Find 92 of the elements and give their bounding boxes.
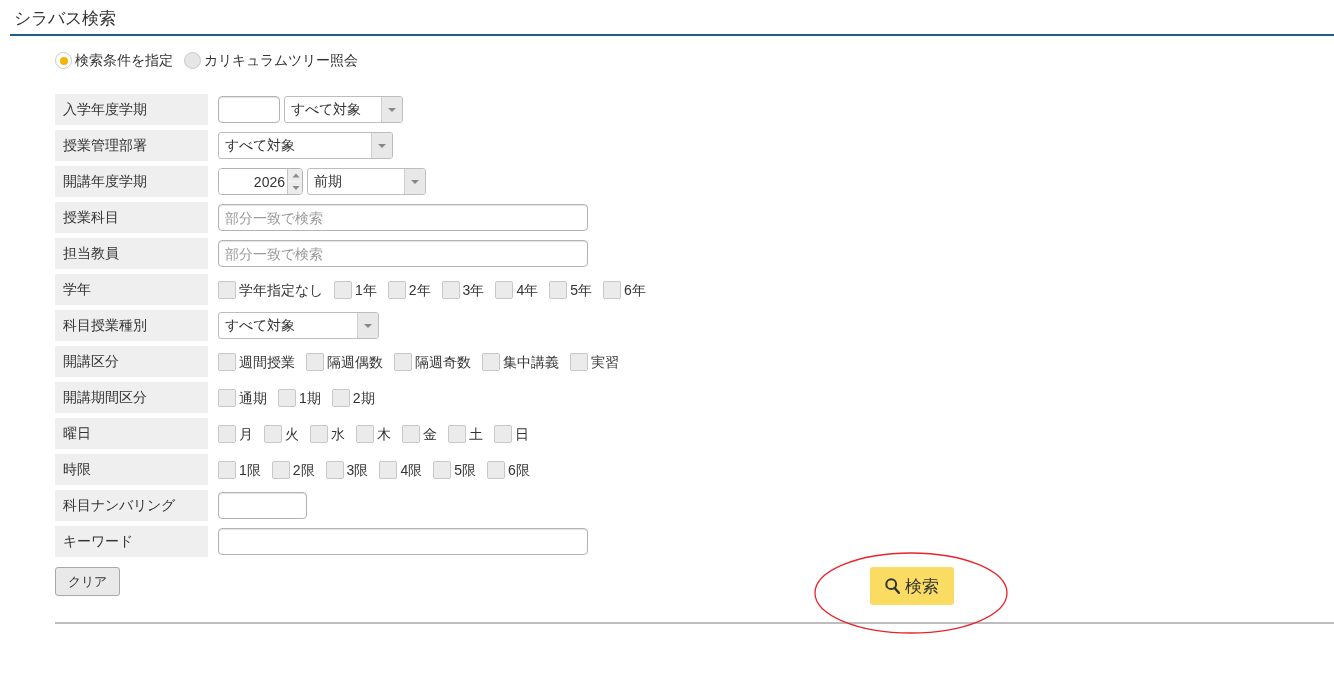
search-button[interactable]: 検索: [870, 567, 954, 605]
checkbox[interactable]: [387, 280, 406, 299]
checkbox[interactable]: [331, 388, 350, 407]
checkbox-label[interactable]: 5限: [454, 460, 476, 479]
input-field[interactable]: [218, 96, 280, 123]
checkbox[interactable]: [441, 280, 460, 299]
field-label: 科目ナンバリング: [55, 490, 208, 521]
checkbox-label[interactable]: 隔週奇数: [415, 352, 471, 371]
checkbox-label[interactable]: 5年: [570, 280, 592, 299]
checkbox-label[interactable]: 2期: [352, 388, 375, 407]
checkbox-label[interactable]: 集中講義: [503, 352, 559, 371]
input-field[interactable]: 部分一致で検索: [218, 240, 588, 267]
dropdown[interactable]: すべて対象: [218, 132, 393, 159]
caret-icon: [388, 107, 396, 112]
checkbox-label[interactable]: 6年: [624, 280, 646, 299]
checkbox-label[interactable]: 2年: [408, 280, 431, 299]
caret-icon: [378, 143, 386, 148]
checkbox-label[interactable]: 4限: [400, 460, 423, 479]
field-label: 科目授業種別: [55, 310, 208, 341]
checkbox-label[interactable]: 火: [285, 424, 299, 443]
checkbox-label[interactable]: 月: [239, 424, 253, 443]
field-label: キーワード: [55, 526, 208, 557]
radio-button[interactable]: [55, 52, 72, 69]
dropdown[interactable]: すべて対象: [284, 96, 403, 123]
dropdown[interactable]: すべて対象: [218, 312, 379, 339]
checkbox[interactable]: [271, 460, 290, 479]
input-field[interactable]: [218, 492, 307, 519]
input-field[interactable]: 部分一致で検索: [218, 204, 588, 231]
checkbox[interactable]: [334, 280, 352, 299]
checkbox[interactable]: [356, 424, 374, 443]
checkbox[interactable]: [448, 424, 466, 443]
checkbox[interactable]: [264, 424, 282, 443]
field-label: 時限: [55, 454, 208, 485]
checkbox[interactable]: [549, 280, 568, 299]
checkbox[interactable]: [325, 460, 344, 479]
checkbox-label[interactable]: 水: [331, 424, 345, 443]
checkbox[interactable]: [394, 352, 412, 371]
checkbox-label[interactable]: 3年: [462, 280, 485, 299]
search-icon: [885, 578, 900, 594]
field-label: 担当教員: [55, 238, 208, 269]
radio-button[interactable]: [184, 52, 201, 69]
checkbox[interactable]: [218, 388, 236, 407]
page-title: シラバス検索: [13, 8, 116, 30]
field-label: 授業管理部署: [55, 130, 208, 161]
field-label: 授業科目: [55, 202, 208, 233]
checkbox[interactable]: [433, 460, 452, 479]
checkbox-label[interactable]: 土: [469, 424, 483, 443]
field-label: 開講期間区分: [55, 382, 208, 413]
checkbox[interactable]: [310, 424, 328, 443]
checkbox-label[interactable]: 3限: [346, 460, 369, 479]
checkbox-label[interactable]: 通期: [239, 388, 267, 407]
field-label: 学年: [55, 274, 208, 305]
checkbox-label[interactable]: 木: [377, 424, 391, 443]
checkbox[interactable]: [379, 460, 398, 479]
field-label: 開講年度学期: [55, 166, 208, 197]
field-label: 開講区分: [55, 346, 208, 377]
checkbox-label[interactable]: 日: [515, 424, 529, 443]
checkbox-label[interactable]: 実習: [591, 352, 619, 371]
checkbox[interactable]: [603, 280, 621, 299]
field-label: 曜日: [55, 418, 208, 449]
checkbox-label[interactable]: 4年: [516, 280, 539, 299]
caret-icon: [411, 179, 419, 184]
checkbox-label[interactable]: 金: [423, 424, 437, 443]
caret-icon: [364, 323, 372, 328]
checkbox[interactable]: [218, 352, 236, 371]
checkbox[interactable]: [495, 280, 514, 299]
checkbox-label[interactable]: 1年: [355, 280, 377, 299]
checkbox-label[interactable]: 6限: [508, 460, 530, 479]
checkbox[interactable]: [278, 388, 296, 407]
input-field[interactable]: [218, 528, 588, 555]
field-label: 入学年度学期: [55, 94, 208, 125]
checkbox-label[interactable]: 学年指定なし: [239, 280, 323, 299]
checkbox-label[interactable]: 1期: [299, 388, 321, 407]
checkbox[interactable]: [218, 460, 236, 479]
checkbox[interactable]: [494, 424, 512, 443]
checkbox[interactable]: [487, 460, 505, 479]
checkbox-label[interactable]: 1限: [239, 460, 261, 479]
checkbox-label[interactable]: 週間授業: [239, 352, 295, 371]
checkbox[interactable]: [482, 352, 500, 371]
checkbox-label[interactable]: 2限: [292, 460, 315, 479]
checkbox-label[interactable]: 隔週偶数: [327, 352, 383, 371]
radio-label[interactable]: 検索条件を指定: [75, 52, 173, 69]
checkbox[interactable]: [218, 424, 236, 443]
radio-label[interactable]: カリキュラムツリー照会: [204, 52, 358, 69]
checkbox[interactable]: [570, 352, 588, 371]
dropdown[interactable]: 前期: [307, 168, 426, 195]
up-triangle-icon[interactable]: [288, 169, 302, 182]
checkbox[interactable]: [306, 352, 324, 371]
checkbox[interactable]: [218, 280, 236, 299]
number-field[interactable]: 2026: [218, 168, 303, 195]
checkbox[interactable]: [402, 424, 420, 443]
clear-button[interactable]: クリア: [55, 567, 120, 596]
